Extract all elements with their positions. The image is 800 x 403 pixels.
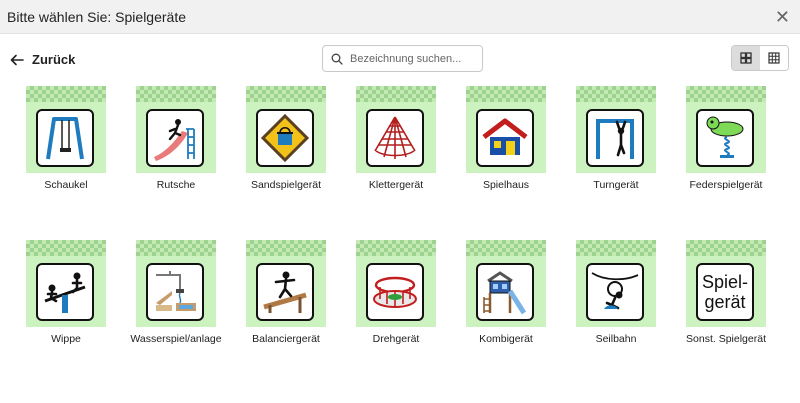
equipment-label: Klettergerät [368,179,424,191]
equipment-label: Seilbahn [595,333,637,345]
equipment-card [136,86,216,173]
grid-small-view-button[interactable] [760,46,788,70]
equipment-item-spielhaus[interactable]: Spielhaus [454,86,558,191]
search-icon [331,53,343,65]
balance-beam-icon [256,263,314,321]
card-pattern [136,86,216,102]
seesaw-icon [36,263,94,321]
swing-icon [36,109,94,167]
card-pattern [466,240,546,256]
spring-rider-icon [696,109,754,167]
search-box[interactable] [322,45,483,72]
back-label: Zurück [32,52,76,67]
view-toggle [731,45,789,71]
equipment-label: Drehgerät [372,333,420,345]
equipment-item-drehgeraet[interactable]: Drehgerät [344,240,448,345]
equipment-item-sonst-spielgeraet[interactable]: Spiel- gerät Sonst. Spielgerät [674,240,778,345]
close-icon[interactable]: ✕ [775,8,790,26]
zipline-icon [586,263,644,321]
dialog-title: Bitte wählen Sie: Spielgeräte [7,8,186,25]
equipment-label: Spielhaus [482,179,530,191]
equipment-item-balanciergeraet[interactable]: Balanciergerät [234,240,338,345]
equipment-card: Spiel- gerät [686,240,766,327]
card-pattern [576,240,656,256]
equipment-card [26,86,106,173]
equipment-card [26,240,106,327]
search-input[interactable] [350,52,470,65]
sandbox-icon [256,109,314,167]
equipment-card [466,86,546,173]
card-pattern [136,240,216,256]
sign-text: Spiel- gerät [702,272,748,312]
card-pattern [466,86,546,102]
sign-text-line-2: gerät [704,292,746,312]
card-pattern [26,86,106,102]
equipment-item-klettergeraet[interactable]: Klettergerät [344,86,448,191]
grid-large-view-button[interactable] [732,46,760,70]
equipment-label: Kombigerät [479,333,533,345]
equipment-label: Wasserspiel/anlage [130,333,222,345]
equipment-card [356,86,436,173]
card-pattern [246,240,326,256]
grid-small-icon [768,52,780,64]
equipment-card [466,240,546,327]
equipment-item-wippe[interactable]: Wippe [14,240,118,345]
equipment-label: Balanciergerät [252,333,320,345]
equipment-label: Wippe [51,333,81,345]
equipment-item-sandspielgeraet[interactable]: Sandspielgerät [234,86,338,191]
gymnastics-bar-icon [586,109,644,167]
grid-large-icon [740,52,752,64]
title-bar: Bitte wählen Sie: Spielgeräte ✕ [0,0,800,34]
equipment-label: Federspielgerät [689,179,763,191]
water-play-icon [146,263,204,321]
card-pattern [576,86,656,102]
equipment-item-kombigeraet[interactable]: Kombigerät [454,240,558,345]
combination-unit-icon [476,263,534,321]
toolbar: Zurück [0,34,800,86]
equipment-card [136,240,216,327]
other-equipment-icon: Spiel- gerät [696,263,754,321]
arrow-left-icon [10,54,24,65]
dialog: Bitte wählen Sie: Spielgeräte ✕ Zurück B… [0,0,800,403]
back-button[interactable]: Zurück [10,52,75,67]
equipment-card [576,240,656,327]
playhouse-icon [476,109,534,167]
carousel-icon [366,263,424,321]
equipment-label: Rutsche [156,179,196,191]
equipment-label: Sandspielgerät [250,179,322,191]
equipment-item-rutsche[interactable]: Rutsche [124,86,228,191]
climbing-net-icon [366,109,424,167]
equipment-card [246,86,326,173]
equipment-label: Sonst. Spielgerät [686,333,766,345]
card-pattern [686,86,766,102]
equipment-item-turngeraet[interactable]: Turngerät [564,86,668,191]
equipment-label: Schaukel [44,179,88,191]
card-pattern [246,86,326,102]
equipment-card [356,240,436,327]
equipment-item-schaukel[interactable]: Schaukel [14,86,118,191]
sign-text-line-1: Spiel- [701,272,749,292]
equipment-item-wasserspielanlage[interactable]: Wasserspiel/anlage [124,240,228,345]
card-pattern [26,240,106,256]
equipment-card [686,86,766,173]
card-pattern [356,240,436,256]
equipment-label: Turngerät [593,179,639,191]
slide-icon [146,109,204,167]
card-pattern [686,240,766,256]
equipment-card [246,240,326,327]
equipment-item-seilbahn[interactable]: Seilbahn [564,240,668,345]
card-pattern [356,86,436,102]
equipment-item-federspielgeraet[interactable]: Federspielgerät [674,86,778,191]
equipment-card [576,86,656,173]
